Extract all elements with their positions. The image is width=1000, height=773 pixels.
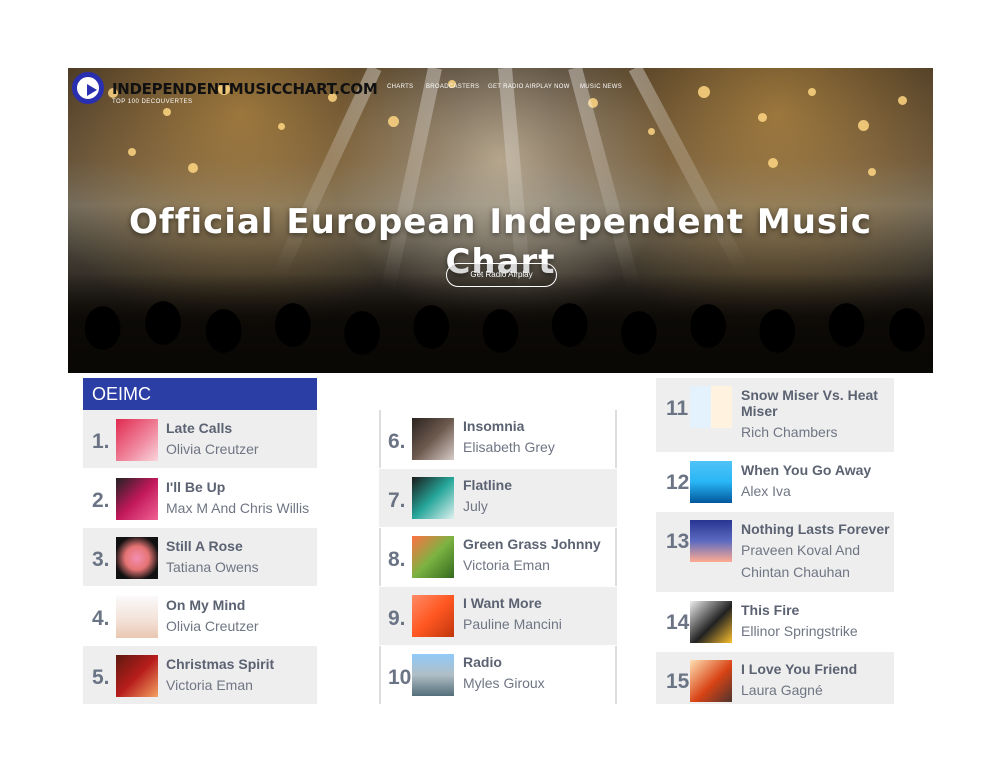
song-title[interactable]: Green Grass Johnny (463, 536, 601, 552)
cover-art-image (116, 419, 158, 461)
artist-name[interactable]: Rich Chambers (741, 424, 837, 440)
artist-name[interactable]: Laura Gagné (741, 682, 823, 698)
artist-name[interactable]: July (463, 498, 488, 514)
nav-get-radio-airplay[interactable]: GET RADIO AIRPLAY NOW (488, 84, 570, 90)
chart-entry[interactable]: 9. I Want More Pauline Mancini (379, 587, 617, 645)
chart-rank: 12 (666, 471, 690, 494)
cover-art-image (690, 660, 732, 702)
artist-name[interactable]: Olivia Creutzer (166, 441, 259, 457)
song-title[interactable]: Snow Miser Vs. Heat Miser (741, 387, 889, 419)
chart-rank: 6. (388, 430, 406, 453)
chart-entry[interactable]: 13 Nothing Lasts Forever Praveen Koval A… (656, 512, 894, 592)
song-title[interactable]: Insomnia (463, 418, 524, 434)
chart-entry[interactable]: 12 When You Go Away Alex Iva (656, 453, 894, 511)
chart-rank: 1. (92, 430, 110, 453)
song-title[interactable]: I Love You Friend (741, 661, 857, 677)
cover-art-image (116, 655, 158, 697)
chart-rank: 8. (388, 548, 406, 571)
chart-entry[interactable]: 15 I Love You Friend Laura Gagné (656, 652, 894, 704)
song-title[interactable]: When You Go Away (741, 462, 871, 478)
song-title[interactable]: Radio (463, 654, 502, 670)
nav-music-news[interactable]: MUSIC NEWS (580, 84, 622, 90)
song-title[interactable]: This Fire (741, 602, 799, 618)
artist-name[interactable]: Praveen Koval And Chintan Chauhan (741, 539, 881, 583)
chart-entry[interactable]: 14 This Fire Ellinor Springstrike (656, 593, 894, 651)
song-title[interactable]: Still A Rose (166, 538, 243, 554)
artist-name[interactable]: Victoria Eman (463, 557, 550, 573)
chart-entry[interactable]: 11 Snow Miser Vs. Heat Miser Rich Chambe… (656, 378, 894, 452)
cover-art-image (690, 520, 732, 562)
artist-name[interactable]: Alex Iva (741, 483, 791, 499)
chart-entry[interactable]: 7. Flatline July (379, 469, 617, 527)
site-logo[interactable]: INDEPENDENTMUSICCHART.COM TOP 100 DECOUV… (72, 72, 378, 108)
cover-art-image (690, 386, 732, 428)
artist-name[interactable]: Olivia Creutzer (166, 618, 259, 634)
cover-art-image (690, 461, 732, 503)
cover-art-image (116, 478, 158, 520)
cover-art-image (412, 654, 454, 696)
nav-charts[interactable]: CHARTS (387, 84, 413, 90)
chart-rank: 9. (388, 607, 406, 630)
cover-art-image (412, 418, 454, 460)
chart-entry[interactable]: 5. Christmas Spirit Victoria Eman (83, 646, 317, 704)
cover-art-image (412, 595, 454, 637)
chart-rank: 14 (666, 611, 690, 634)
chart-entry[interactable]: 8. Green Grass Johnny Victoria Eman (379, 528, 617, 586)
song-title[interactable]: On My Mind (166, 597, 245, 613)
cover-art-image (116, 537, 158, 579)
artist-name[interactable]: Elisabeth Grey (463, 439, 555, 455)
song-title[interactable]: Flatline (463, 477, 512, 493)
cover-art-image (116, 596, 158, 638)
logo-subtitle: TOP 100 DECOUVERTES (112, 99, 193, 105)
song-title[interactable]: I Want More (463, 595, 542, 611)
chart-rank: 7. (388, 489, 406, 512)
cover-art-image (690, 601, 732, 643)
chart-rank: 15 (666, 670, 690, 693)
nav-broadcasters[interactable]: BROADCASTERS (426, 84, 479, 90)
song-title[interactable]: Christmas Spirit (166, 656, 274, 672)
chart-entry[interactable]: 2. I'll Be Up Max M And Chris Willis (83, 469, 317, 527)
artist-name[interactable]: Pauline Mancini (463, 616, 562, 632)
chart-entry[interactable]: 3. Still A Rose Tatiana Owens (83, 528, 317, 586)
artist-name[interactable]: Ellinor Springstrike (741, 623, 858, 639)
chart-rank: 10 (388, 666, 412, 689)
chart-rank: 3. (92, 548, 110, 571)
chart-entry[interactable]: 6. Insomnia Elisabeth Grey (379, 410, 617, 468)
logo-text: INDEPENDENTMUSICCHART.COM (112, 80, 378, 98)
cover-art-image (412, 477, 454, 519)
chart-rank: 5. (92, 666, 110, 689)
chart-entry[interactable]: 4. On My Mind Olivia Creutzer (83, 587, 317, 645)
get-radio-airplay-button[interactable]: Get Radio Airplay (446, 263, 557, 287)
chart-header: OEIMC (83, 378, 317, 410)
crowd-silhouette (68, 273, 933, 373)
song-title[interactable]: Late Calls (166, 420, 232, 436)
song-title[interactable]: Nothing Lasts Forever (741, 521, 890, 537)
chart-rank: 13 (666, 530, 690, 553)
song-title[interactable]: I'll Be Up (166, 479, 225, 495)
chart-entry[interactable]: 1. Late Calls Olivia Creutzer (83, 410, 317, 468)
cover-art-image (412, 536, 454, 578)
artist-name[interactable]: Myles Giroux (463, 675, 545, 691)
chart-rank: 2. (92, 489, 110, 512)
artist-name[interactable]: Max M And Chris Willis (166, 500, 309, 516)
chart-rank: 4. (92, 607, 110, 630)
artist-name[interactable]: Tatiana Owens (166, 559, 259, 575)
chart-entry[interactable]: 10 Radio Myles Giroux (379, 646, 617, 704)
play-logo-icon (72, 72, 104, 104)
chart-rank: 11 (666, 397, 689, 420)
artist-name[interactable]: Victoria Eman (166, 677, 253, 693)
